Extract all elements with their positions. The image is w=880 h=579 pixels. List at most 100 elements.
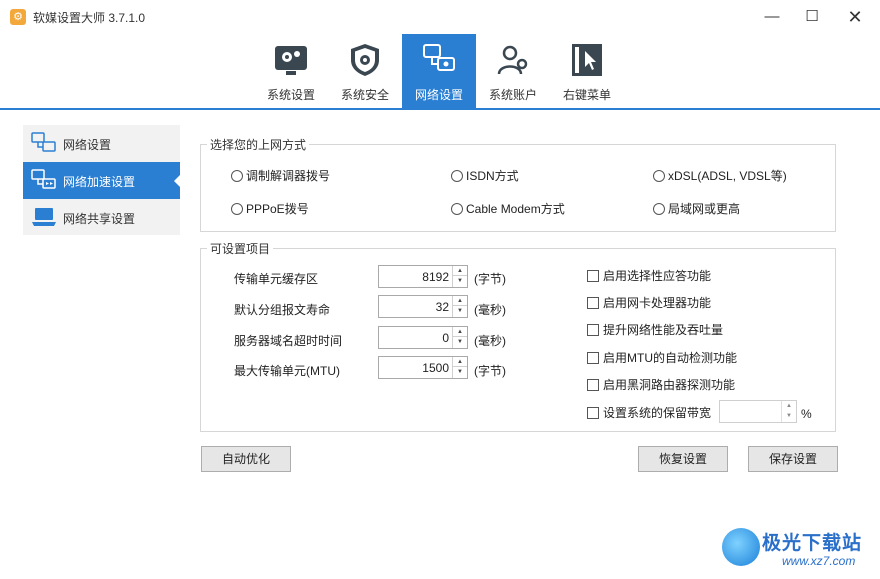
restore-button[interactable]: 恢复设置 bbox=[638, 446, 728, 472]
tab-system-settings[interactable]: 系统设置 bbox=[254, 34, 328, 108]
stepper-down-icon[interactable]: ▼ bbox=[782, 411, 796, 421]
shield-icon bbox=[351, 44, 379, 76]
tab-label: 右键菜单 bbox=[562, 88, 611, 102]
radio-xdsl[interactable]: xDSL(ADSL, VDSL等) bbox=[653, 167, 787, 184]
auto-optimize-button[interactable]: 自动优化 bbox=[201, 446, 291, 472]
tab-network-settings[interactable]: 网络设置 bbox=[402, 34, 476, 108]
mtu-stepper[interactable]: 1500 ▲ ▼ bbox=[378, 356, 468, 379]
tab-system-accounts[interactable]: 系统账户 bbox=[476, 34, 550, 108]
users-icon bbox=[497, 45, 528, 75]
stepper-value: 8192 bbox=[422, 270, 449, 284]
sidebar-item-label: 网络设置 bbox=[63, 138, 112, 152]
group-title: 可设置项目 bbox=[207, 240, 274, 257]
checkbox-label: 设置系统的保留带宽 bbox=[603, 406, 712, 420]
checkbox-blackhole[interactable]: 启用黑洞路由器探测功能 bbox=[587, 376, 735, 393]
tab-label: 系统账户 bbox=[488, 88, 537, 102]
field-label-buffer: 传输单元缓存区 bbox=[234, 272, 319, 286]
stepper-up-icon[interactable]: ▲ bbox=[453, 296, 467, 306]
stepper-down-icon[interactable]: ▼ bbox=[453, 306, 467, 316]
radio-isdn[interactable]: ISDN方式 bbox=[451, 167, 519, 184]
checkbox-label: 启用MTU的自动检测功能 bbox=[603, 351, 737, 365]
checkbox-square bbox=[587, 379, 599, 391]
watermark-logo-icon bbox=[722, 528, 760, 566]
minimize-button[interactable]: — bbox=[751, 0, 793, 34]
field-label-ttl: 默认分组报文寿命 bbox=[234, 303, 331, 317]
field-unit: (毫秒) bbox=[474, 334, 506, 348]
sidebar-item-network-speed[interactable]: 网络加速设置 bbox=[23, 162, 181, 199]
field-unit: (字节) bbox=[474, 364, 506, 378]
stepper-up-icon[interactable]: ▲ bbox=[453, 266, 467, 276]
watermark: 极光下载站 www.xz7.com bbox=[722, 526, 872, 572]
buffer-stepper[interactable]: 8192 ▲ ▼ bbox=[378, 265, 468, 288]
radio-circle bbox=[451, 170, 463, 182]
tab-system-security[interactable]: 系统安全 bbox=[328, 34, 402, 108]
field-label-dns-timeout: 服务器域名超时时间 bbox=[234, 334, 343, 348]
radio-dialup[interactable]: 调制解调器拨号 bbox=[231, 167, 330, 184]
bandwidth-stepper[interactable]: ▲ ▼ bbox=[719, 400, 797, 423]
checkbox-nic-offload[interactable]: 启用网卡处理器功能 bbox=[587, 294, 711, 311]
radio-circle bbox=[653, 203, 665, 215]
radio-label: 局域网或更高 bbox=[668, 202, 741, 216]
stepper-down-icon[interactable]: ▼ bbox=[453, 367, 467, 377]
settings-group: 可设置项目 传输单元缓存区 8192 ▲ ▼ (字节) 默认分组报文寿命 32 ▲… bbox=[200, 240, 836, 432]
gear-monitor-icon bbox=[275, 46, 307, 75]
checkbox-throughput[interactable]: 提升网络性能及吞吐量 bbox=[587, 321, 723, 338]
save-button[interactable]: 保存设置 bbox=[748, 446, 838, 472]
checkbox-label: 提升网络性能及吞吐量 bbox=[603, 323, 724, 337]
checkbox-square bbox=[587, 297, 599, 309]
radio-circle bbox=[653, 170, 665, 182]
radio-label: Cable Modem方式 bbox=[466, 202, 565, 216]
field-label-mtu: 最大传输单元(MTU) bbox=[234, 364, 340, 378]
radio-label: PPPoE拨号 bbox=[246, 202, 309, 216]
field-unit: (毫秒) bbox=[474, 303, 506, 317]
stepper-down-icon[interactable]: ▼ bbox=[453, 276, 467, 286]
tab-label: 系统设置 bbox=[266, 88, 315, 102]
radio-cable-modem[interactable]: Cable Modem方式 bbox=[451, 200, 565, 217]
stepper-down-icon[interactable]: ▼ bbox=[453, 337, 467, 347]
radio-circle bbox=[231, 170, 243, 182]
network-speed-icon bbox=[31, 169, 56, 189]
ttl-stepper[interactable]: 32 ▲ ▼ bbox=[378, 295, 468, 318]
stepper-value: 32 bbox=[435, 300, 449, 314]
sidebar-item-label: 网络加速设置 bbox=[63, 175, 136, 189]
checkbox-label: 启用选择性应答功能 bbox=[603, 269, 712, 283]
close-button[interactable]: ✕ bbox=[834, 0, 876, 34]
network-settings-icon bbox=[31, 132, 56, 152]
network-icon bbox=[423, 44, 455, 71]
laptop-share-icon bbox=[32, 208, 56, 226]
stepper-value: 0 bbox=[442, 331, 449, 345]
checkbox-square bbox=[587, 352, 599, 364]
sidebar-item-network-share[interactable]: 网络共享设置 bbox=[23, 199, 180, 236]
sidebar-item-network-settings[interactable]: 网络设置 bbox=[23, 125, 180, 162]
connection-type-group: 选择您的上网方式 调制解调器拨号 ISDN方式 xDSL(ADSL, VDSL等… bbox=[200, 136, 836, 232]
percent-sign: % bbox=[801, 407, 812, 421]
checkbox-mtu-auto[interactable]: 启用MTU的自动检测功能 bbox=[587, 349, 737, 366]
cursor-menu-icon bbox=[572, 44, 602, 76]
watermark-text: 极光下载站 bbox=[762, 533, 863, 554]
radio-lan[interactable]: 局域网或更高 bbox=[653, 200, 740, 217]
maximize-button[interactable]: ☐ bbox=[791, 0, 833, 34]
checkbox-label: 启用黑洞路由器探测功能 bbox=[603, 378, 736, 392]
sidebar: 网络设置 网络加速设置 网络共享设置 bbox=[23, 125, 181, 236]
checkbox-label: 启用网卡处理器功能 bbox=[603, 296, 712, 310]
radio-label: xDSL(ADSL, VDSL等) bbox=[668, 169, 787, 183]
radio-label: 调制解调器拨号 bbox=[246, 169, 331, 183]
title-bar: ⚙ 软媒设置大师 3.7.1.0 — ☐ ✕ bbox=[0, 0, 880, 34]
radio-pppoe[interactable]: PPPoE拨号 bbox=[231, 200, 309, 217]
checkbox-selective-ack[interactable]: 启用选择性应答功能 bbox=[587, 267, 711, 284]
stepper-up-icon[interactable]: ▲ bbox=[453, 327, 467, 337]
checkbox-square bbox=[587, 324, 599, 336]
tab-context-menu[interactable]: 右键菜单 bbox=[550, 34, 624, 108]
checkbox-reserved-bandwidth[interactable]: 设置系统的保留带宽 bbox=[587, 404, 711, 421]
radio-label: ISDN方式 bbox=[466, 169, 519, 183]
tab-label: 网络设置 bbox=[414, 88, 463, 102]
stepper-up-icon[interactable]: ▲ bbox=[453, 357, 467, 367]
app-gear-icon: ⚙ bbox=[10, 9, 26, 25]
dns-timeout-stepper[interactable]: 0 ▲ ▼ bbox=[378, 326, 468, 349]
radio-circle bbox=[231, 203, 243, 215]
checkbox-square bbox=[587, 407, 599, 419]
main-toolbar: 系统设置 系统安全 网络设置 系统账户 右键菜单 bbox=[0, 34, 880, 110]
sidebar-item-label: 网络共享设置 bbox=[63, 212, 136, 226]
stepper-up-icon[interactable]: ▲ bbox=[782, 401, 796, 411]
checkbox-square bbox=[587, 270, 599, 282]
